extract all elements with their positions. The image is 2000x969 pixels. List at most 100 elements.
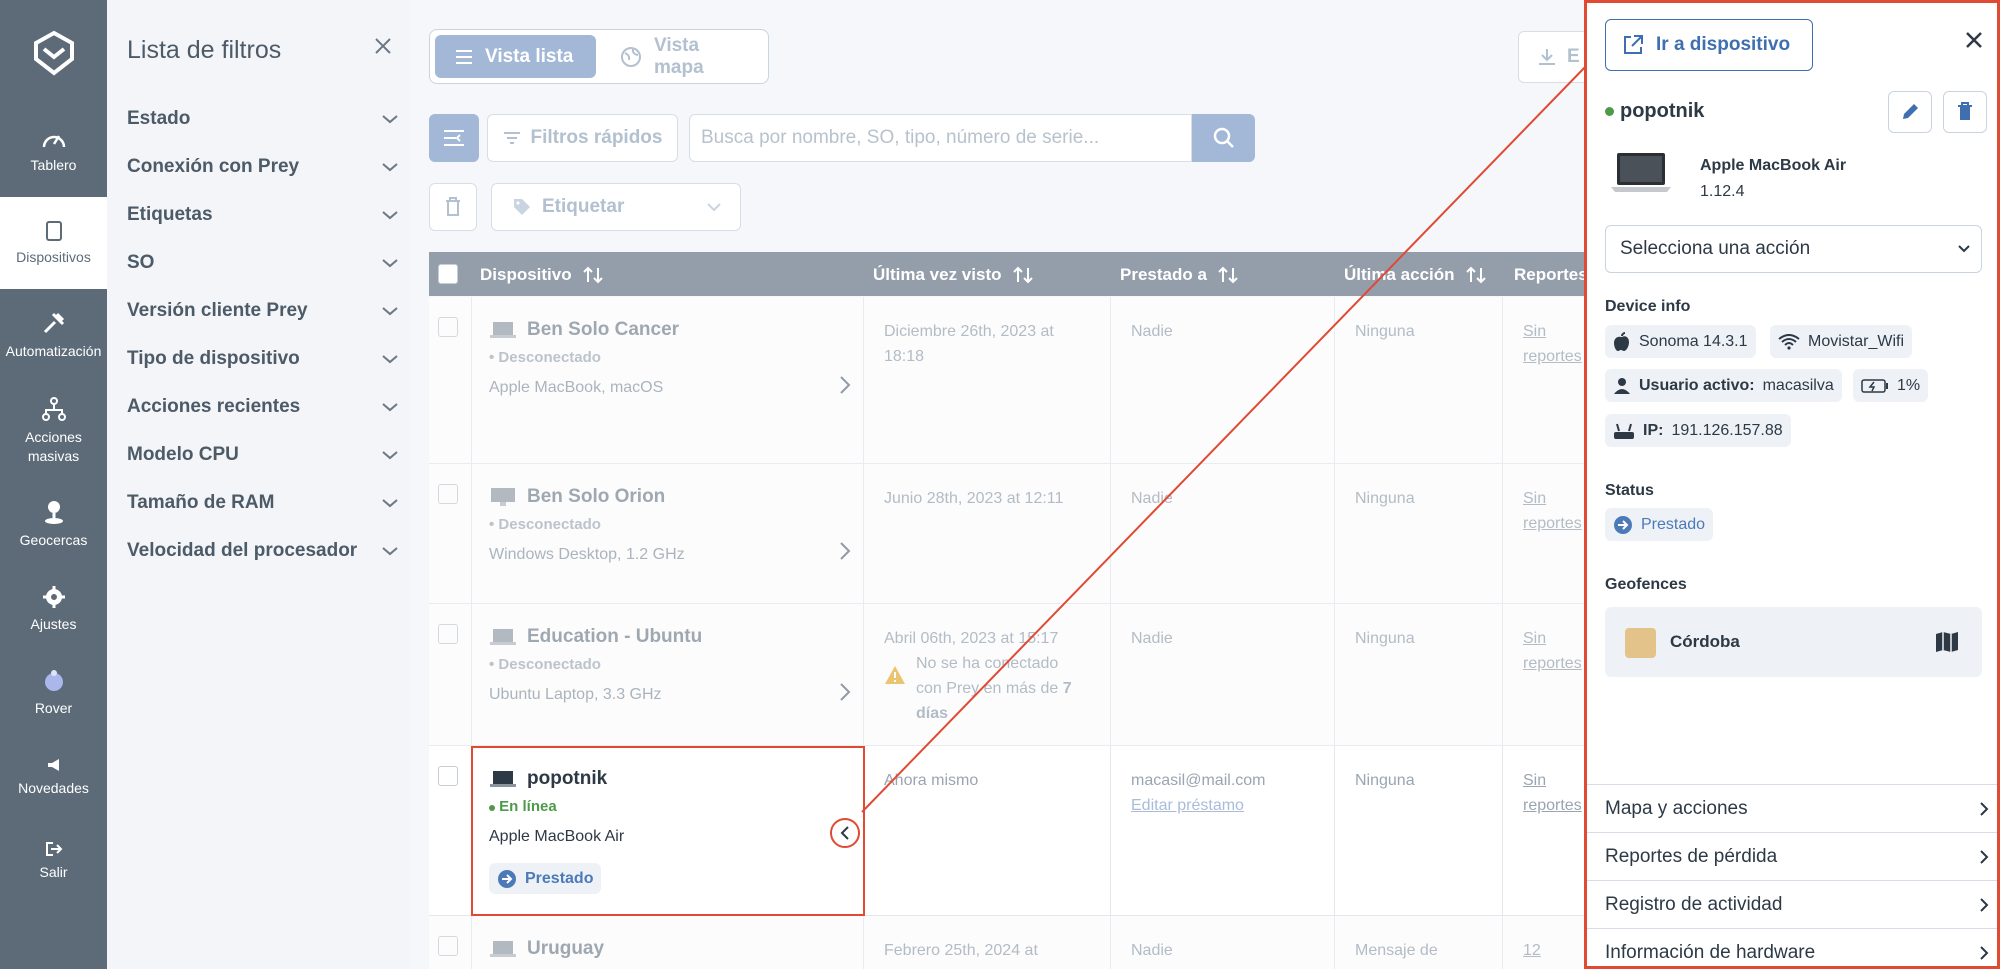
action-select[interactable]: Selecciona una acción xyxy=(1605,225,1982,273)
globe-icon xyxy=(620,46,642,68)
search-button[interactable] xyxy=(1192,114,1255,162)
delete-button[interactable] xyxy=(429,183,477,231)
edit-button[interactable] xyxy=(1888,91,1932,133)
quick-filters-button[interactable]: Filtros rápidos xyxy=(487,114,678,162)
device-name[interactable]: Ben Solo Orion xyxy=(527,484,665,509)
tag-dropdown[interactable]: Etiquetar xyxy=(491,183,741,231)
chevron-down-icon xyxy=(381,258,399,268)
nav-automatizacion[interactable]: Automatización xyxy=(0,289,107,381)
filter-item[interactable]: Velocidad del procesador xyxy=(127,536,399,566)
filter-item[interactable]: Conexión con Prey xyxy=(127,152,399,182)
reports-link[interactable]: Sin reportes xyxy=(1523,626,1583,676)
filter-item[interactable]: SO xyxy=(127,248,399,278)
column-header-loaned-to[interactable]: Prestado a xyxy=(1120,265,1239,285)
nav-dispositivos[interactable]: Dispositivos xyxy=(0,197,107,289)
edit-loan-link[interactable]: Editar préstamo xyxy=(1131,793,1265,818)
reports-link[interactable]: 12 xyxy=(1523,938,1541,963)
geofence-color-swatch xyxy=(1625,628,1656,658)
search-placeholder: Busca por nombre, SO, tipo, número de se… xyxy=(701,127,1100,148)
map-view-button[interactable]: Vista mapa xyxy=(600,35,768,78)
chevron-down-icon xyxy=(381,162,399,172)
row-checkbox[interactable] xyxy=(438,484,458,504)
go-to-device-label: Ir a dispositivo xyxy=(1656,34,1791,55)
column-header-reports[interactable]: Reportes xyxy=(1514,265,1588,285)
column-header-last-action[interactable]: Última acción xyxy=(1344,265,1487,285)
map-icon[interactable] xyxy=(1935,631,1959,653)
nav-ajustes[interactable]: Ajustes xyxy=(0,567,107,651)
row-checkbox[interactable] xyxy=(438,766,458,786)
export-label: E xyxy=(1567,46,1580,67)
prey-logo[interactable] xyxy=(0,0,107,105)
filter-item[interactable]: Etiquetas xyxy=(127,200,399,230)
device-name[interactable]: Education - Ubuntu xyxy=(527,624,702,649)
view-toggle: Vista lista Vista mapa xyxy=(429,29,769,84)
warning-icon xyxy=(884,665,906,726)
reports-link[interactable]: Sin reportes xyxy=(1523,486,1583,536)
column-label: Última vez visto xyxy=(873,265,1002,284)
accordion-activity-log[interactable]: Registro de actividad xyxy=(1587,880,1997,928)
logout-icon xyxy=(45,841,63,863)
main-nav: Tablero Dispositivos Automatización Acci… xyxy=(0,0,107,969)
filter-item[interactable]: Tamaño de RAM xyxy=(127,488,399,518)
row-checkbox[interactable] xyxy=(438,317,458,337)
nav-geocercas[interactable]: Geocercas xyxy=(0,481,107,567)
filter-icon xyxy=(503,131,521,145)
chevron-right-icon[interactable] xyxy=(839,541,851,561)
chevron-down-icon xyxy=(1957,244,1971,254)
column-label: Prestado a xyxy=(1120,265,1207,284)
list-view-button[interactable]: Vista lista xyxy=(435,35,596,78)
filter-label: Modelo CPU xyxy=(127,444,239,465)
go-to-device-button[interactable]: Ir a dispositivo xyxy=(1605,19,1813,71)
nav-rover[interactable]: Rover xyxy=(0,651,107,735)
close-icon[interactable] xyxy=(373,36,393,56)
os-chip: Sonoma 14.3.1 xyxy=(1605,325,1756,358)
loaned-to: Nadie xyxy=(1131,490,1173,507)
collapse-panel-button[interactable] xyxy=(830,818,860,848)
geofence-item[interactable]: Córdoba xyxy=(1605,607,1982,677)
chevron-right-icon[interactable] xyxy=(839,682,851,702)
chevron-down-icon xyxy=(381,210,399,220)
filter-item[interactable]: Estado xyxy=(127,104,399,134)
search-input[interactable]: Busca por nombre, SO, tipo, número de se… xyxy=(689,114,1192,162)
nav-acciones-masivas[interactable]: Acciones masivas xyxy=(0,381,107,481)
device-name[interactable]: Ben Solo Cancer xyxy=(527,317,679,342)
delete-device-button[interactable] xyxy=(1943,91,1987,133)
select-all-checkbox[interactable] xyxy=(438,264,458,284)
close-icon[interactable] xyxy=(1965,31,1983,49)
table-row[interactable]: Uruguay Febrero 25th, 2024 at Nadie Mens… xyxy=(429,916,1584,969)
table-row[interactable]: Ben Solo Orion • Desconectado Windows De… xyxy=(429,464,1584,604)
accordion-hardware-info[interactable]: Información de hardware xyxy=(1587,928,1997,966)
column-header-last-seen[interactable]: Última vez visto xyxy=(873,265,1034,285)
row-checkbox[interactable] xyxy=(438,624,458,644)
nav-tablero[interactable]: Tablero xyxy=(0,105,107,197)
download-icon xyxy=(1537,47,1557,67)
table-row[interactable]: Education - Ubuntu • Desconectado Ubuntu… xyxy=(429,604,1584,746)
reports-link[interactable]: Sin reportes xyxy=(1523,768,1583,818)
device-version: 1.12.4 xyxy=(1700,183,1745,200)
wifi-name: Movistar_Wifi xyxy=(1808,332,1905,350)
filter-item[interactable]: Versión cliente Prey xyxy=(127,296,399,326)
apple-icon xyxy=(1613,331,1631,352)
sidebar-toggle-button[interactable] xyxy=(429,114,479,162)
filter-item[interactable]: Acciones recientes xyxy=(127,392,399,422)
tools-icon xyxy=(41,310,67,342)
accordion-label: Mapa y acciones xyxy=(1605,797,1748,819)
nav-novedades[interactable]: Novedades xyxy=(0,735,107,819)
accordion-map-actions[interactable]: Mapa y acciones xyxy=(1587,784,1997,832)
column-header-device[interactable]: Dispositivo xyxy=(480,265,604,285)
filter-item[interactable]: Tipo de dispositivo xyxy=(127,344,399,374)
pencil-icon xyxy=(1900,102,1920,122)
row-checkbox[interactable] xyxy=(438,936,458,956)
device-model: Apple MacBook, macOS xyxy=(489,379,664,396)
list-view-label: Vista lista xyxy=(485,45,574,67)
battery-chip: 1% xyxy=(1853,369,1929,402)
accordion-loss-reports[interactable]: Reportes de pérdida xyxy=(1587,832,1997,880)
device-name[interactable]: Uruguay xyxy=(527,936,604,961)
reports-link[interactable]: Sin reportes xyxy=(1523,319,1583,369)
chevron-right-icon[interactable] xyxy=(839,375,851,395)
filter-item[interactable]: Modelo CPU xyxy=(127,440,399,470)
table-row[interactable]: Ben Solo Cancer • Desconectado Apple Mac… xyxy=(429,297,1584,464)
table-header: Dispositivo Última vez visto Prestado a … xyxy=(429,252,1588,296)
last-action: Mensaje de xyxy=(1355,942,1438,959)
nav-salir[interactable]: Salir xyxy=(0,819,107,903)
